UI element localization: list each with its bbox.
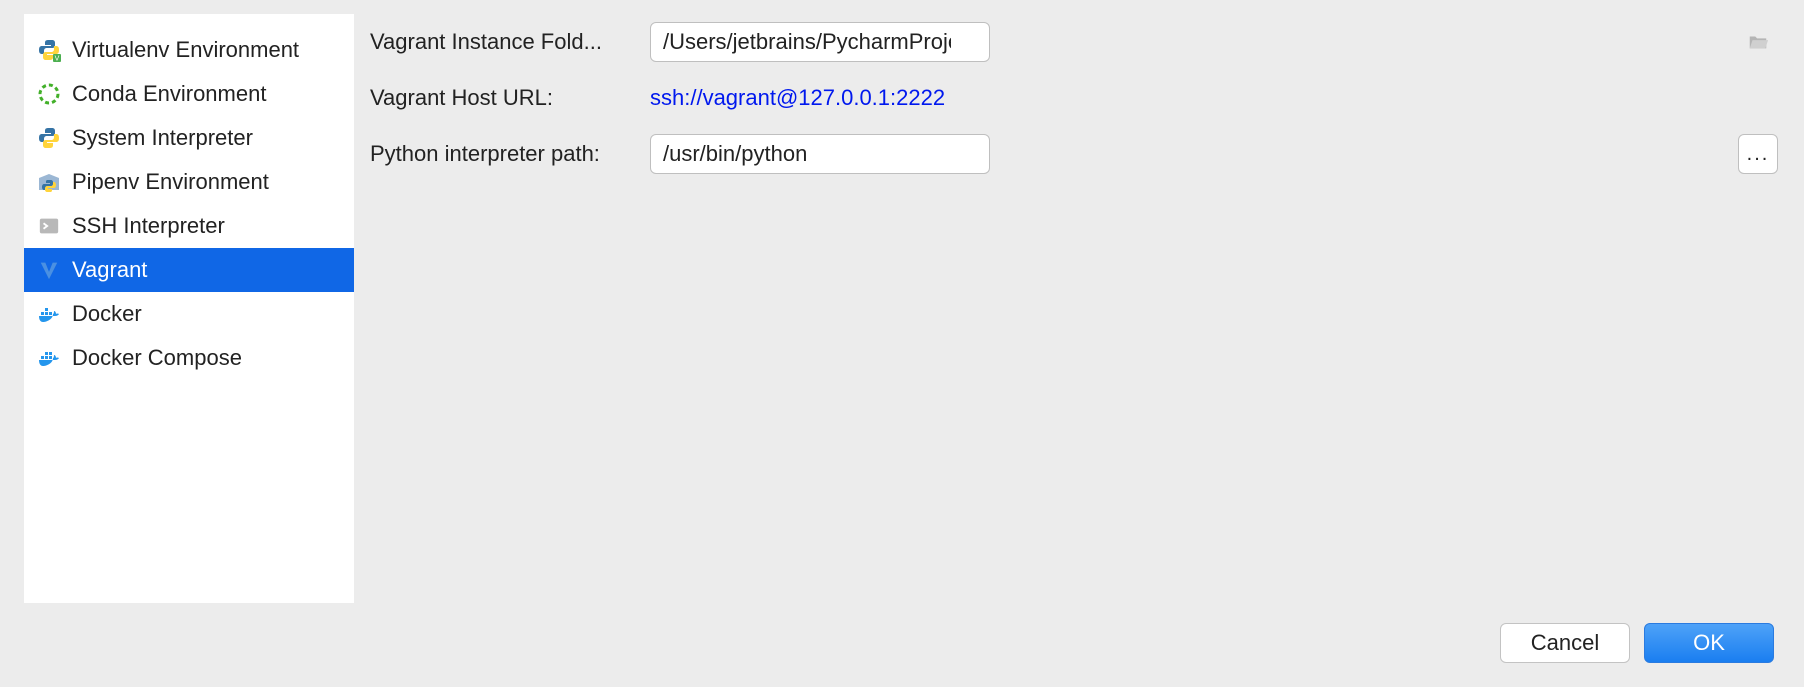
vagrant-settings-panel: Vagrant Instance Fold... Vagrant H (354, 0, 1804, 617)
pipenv-icon (36, 169, 62, 195)
sidebar-item-conda[interactable]: Conda Environment (24, 72, 354, 116)
sidebar-item-label: Docker (72, 301, 142, 327)
sidebar-item-docker[interactable]: Docker (24, 292, 354, 336)
sidebar-item-label: Docker Compose (72, 345, 242, 371)
conda-icon (36, 81, 62, 107)
host-url-label: Vagrant Host URL: (370, 85, 650, 111)
docker-icon (36, 301, 62, 327)
instance-folder-input[interactable] (650, 22, 990, 62)
interpreter-type-list: V Virtualenv Environment Conda Environme… (24, 14, 354, 603)
sidebar-item-pipenv[interactable]: Pipenv Environment (24, 160, 354, 204)
svg-text:V: V (55, 56, 60, 63)
cancel-button[interactable]: Cancel (1500, 623, 1630, 663)
sidebar-item-system[interactable]: System Interpreter (24, 116, 354, 160)
python-venv-icon: V (36, 37, 62, 63)
cancel-label: Cancel (1531, 630, 1599, 656)
sidebar-item-label: Vagrant (72, 257, 147, 283)
ellipsis-label: ... (1747, 143, 1770, 166)
sidebar-item-label: Virtualenv Environment (72, 37, 299, 63)
sidebar-item-label: SSH Interpreter (72, 213, 225, 239)
ok-label: OK (1693, 630, 1725, 656)
browse-folder-icon[interactable] (1746, 30, 1770, 54)
interpreter-path-label: Python interpreter path: (370, 141, 650, 167)
instance-folder-label: Vagrant Instance Fold... (370, 29, 650, 55)
sidebar-item-vagrant[interactable]: Vagrant (24, 248, 354, 292)
docker-compose-icon (36, 345, 62, 371)
vagrant-icon (36, 257, 62, 283)
python-icon (36, 125, 62, 151)
sidebar-item-label: Pipenv Environment (72, 169, 269, 195)
ssh-icon (36, 213, 62, 239)
browse-interpreter-button[interactable]: ... (1738, 134, 1778, 174)
sidebar-item-label: Conda Environment (72, 81, 266, 107)
dialog-footer: Cancel OK (0, 617, 1804, 687)
sidebar-item-virtualenv[interactable]: V Virtualenv Environment (24, 28, 354, 72)
interpreter-path-input[interactable] (650, 134, 990, 174)
sidebar-item-label: System Interpreter (72, 125, 253, 151)
sidebar-item-ssh[interactable]: SSH Interpreter (24, 204, 354, 248)
ok-button[interactable]: OK (1644, 623, 1774, 663)
host-url-value: ssh://vagrant@127.0.0.1:2222 (650, 85, 945, 111)
sidebar-item-docker-compose[interactable]: Docker Compose (24, 336, 354, 380)
